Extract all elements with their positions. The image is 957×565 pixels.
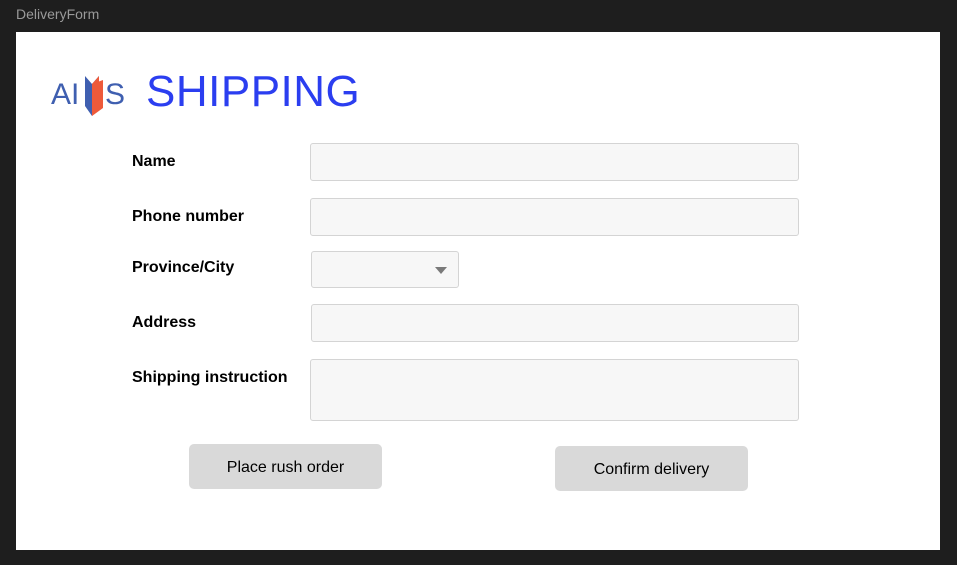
address-input[interactable]: [311, 304, 799, 342]
name-input[interactable]: [310, 143, 799, 181]
aims-logo-icon: AI S: [51, 76, 125, 116]
place-rush-order-button[interactable]: Place rush order: [189, 444, 382, 489]
frame-title: DeliveryForm: [16, 6, 100, 22]
chevron-down-icon[interactable]: [435, 267, 447, 274]
name-label: Name: [132, 153, 176, 170]
svg-text:AI: AI: [51, 78, 79, 111]
page-title: SHIPPING: [146, 67, 361, 116]
shipping-instruction-textarea[interactable]: [310, 359, 799, 421]
shipping-instruction-label: Shipping instruction: [132, 369, 288, 386]
province-select[interactable]: [311, 251, 459, 288]
svg-text:S: S: [105, 78, 125, 111]
phone-label: Phone number: [132, 208, 245, 225]
confirm-delivery-button[interactable]: Confirm delivery: [555, 446, 748, 491]
delivery-form-frame: AI S SHIPPING Name Phone number Province…: [16, 32, 940, 550]
province-label: Province/City: [132, 259, 235, 276]
address-label: Address: [132, 314, 197, 331]
aims-logo: AI S: [51, 70, 133, 118]
phone-input[interactable]: [310, 198, 799, 236]
